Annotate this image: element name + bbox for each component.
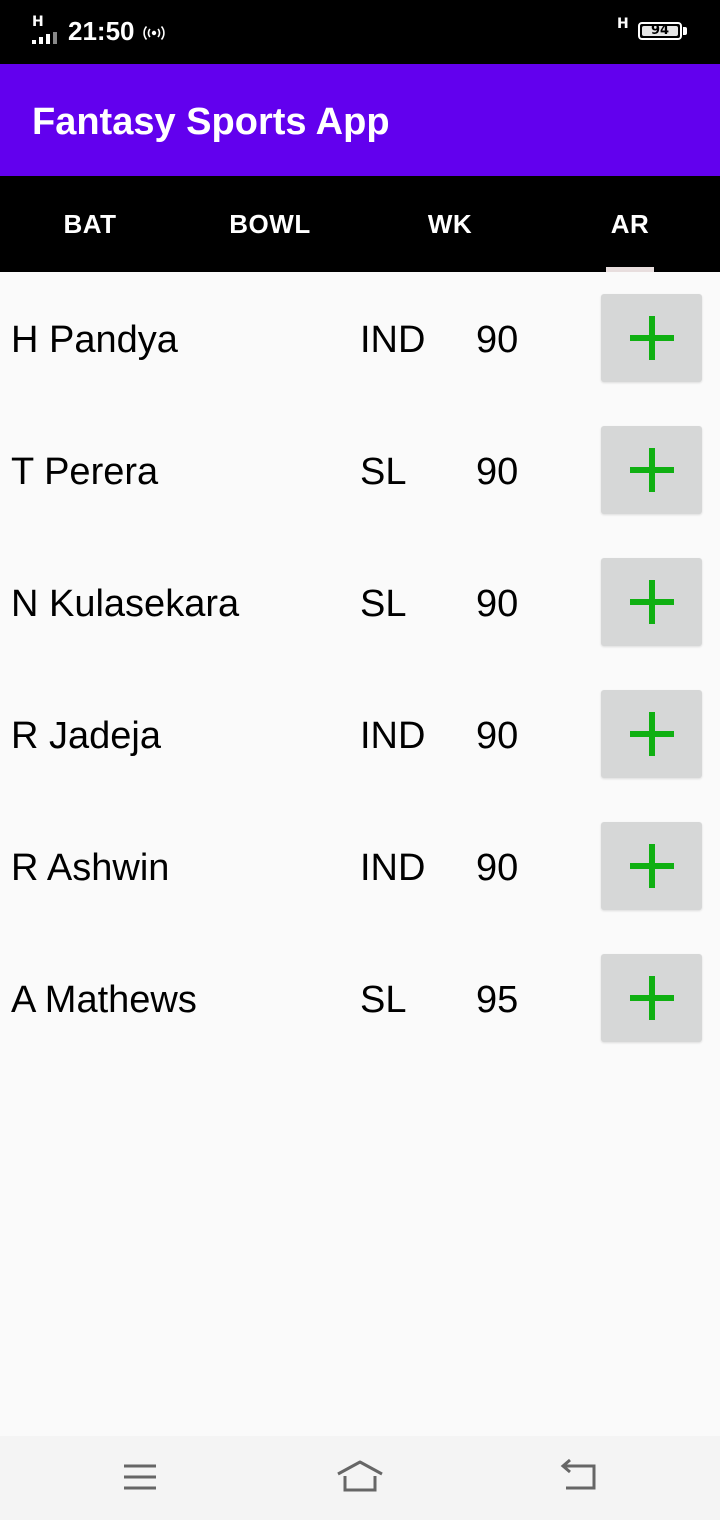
player-name: N Kulasekara [11,583,240,625]
app-bar: Fantasy Sports App [0,64,720,176]
player-name: R Ashwin [11,847,170,889]
player-points: 90 [476,319,519,361]
player-name: A Mathews [11,979,197,1021]
player-team: IND [360,847,426,889]
status-time: 21:50 [68,16,135,46]
app-title: Fantasy Sports App [32,101,390,143]
back-icon[interactable] [556,1456,604,1500]
player-name: H Pandya [11,319,178,361]
list-item: A Mathews SL 95 [0,954,720,1086]
add-player-button[interactable] [601,822,702,910]
player-name: T Perera [11,451,159,493]
add-player-button[interactable] [601,558,702,646]
battery-level: 94 [650,23,670,38]
add-player-button[interactable] [601,954,702,1042]
hotspot-icon [143,25,165,41]
player-name: R Jadeja [11,715,161,757]
list-item: R Jadeja IND 90 [0,690,720,822]
player-points: 90 [476,847,519,889]
system-nav-bar [0,1436,720,1520]
tab-selected-indicator [606,267,654,272]
add-player-button[interactable] [601,690,702,778]
player-points: 90 [476,451,519,493]
player-team: IND [360,715,426,757]
list-item: R Ashwin IND 90 [0,822,720,954]
player-points: 90 [476,715,519,757]
tab-bowl[interactable]: BOWL [180,176,360,272]
player-points: 90 [476,583,519,625]
menu-icon[interactable] [116,1456,164,1500]
list-item: N Kulasekara SL 90 [0,558,720,690]
signal-icon [32,32,62,44]
tab-wk[interactable]: WK [360,176,540,272]
status-bar: H 21:50 H 94 [0,0,720,64]
add-player-button[interactable] [601,294,702,382]
player-team: SL [360,979,407,1021]
tab-ar[interactable]: AR [540,176,720,272]
home-icon[interactable] [336,1456,384,1500]
tab-bar: BAT BOWL WK AR [0,176,720,272]
network-type-left: H [32,14,44,30]
add-player-button[interactable] [601,426,702,514]
player-points: 95 [476,979,519,1021]
tab-bat[interactable]: BAT [0,176,180,272]
player-team: IND [360,319,426,361]
battery-icon: 94 [638,22,682,40]
list-item: H Pandya IND 90 [0,294,720,426]
player-team: SL [360,451,407,493]
player-team: SL [360,583,407,625]
battery-tip [683,27,687,35]
network-type-right: H [617,16,629,32]
list-item: T Perera SL 90 [0,426,720,558]
